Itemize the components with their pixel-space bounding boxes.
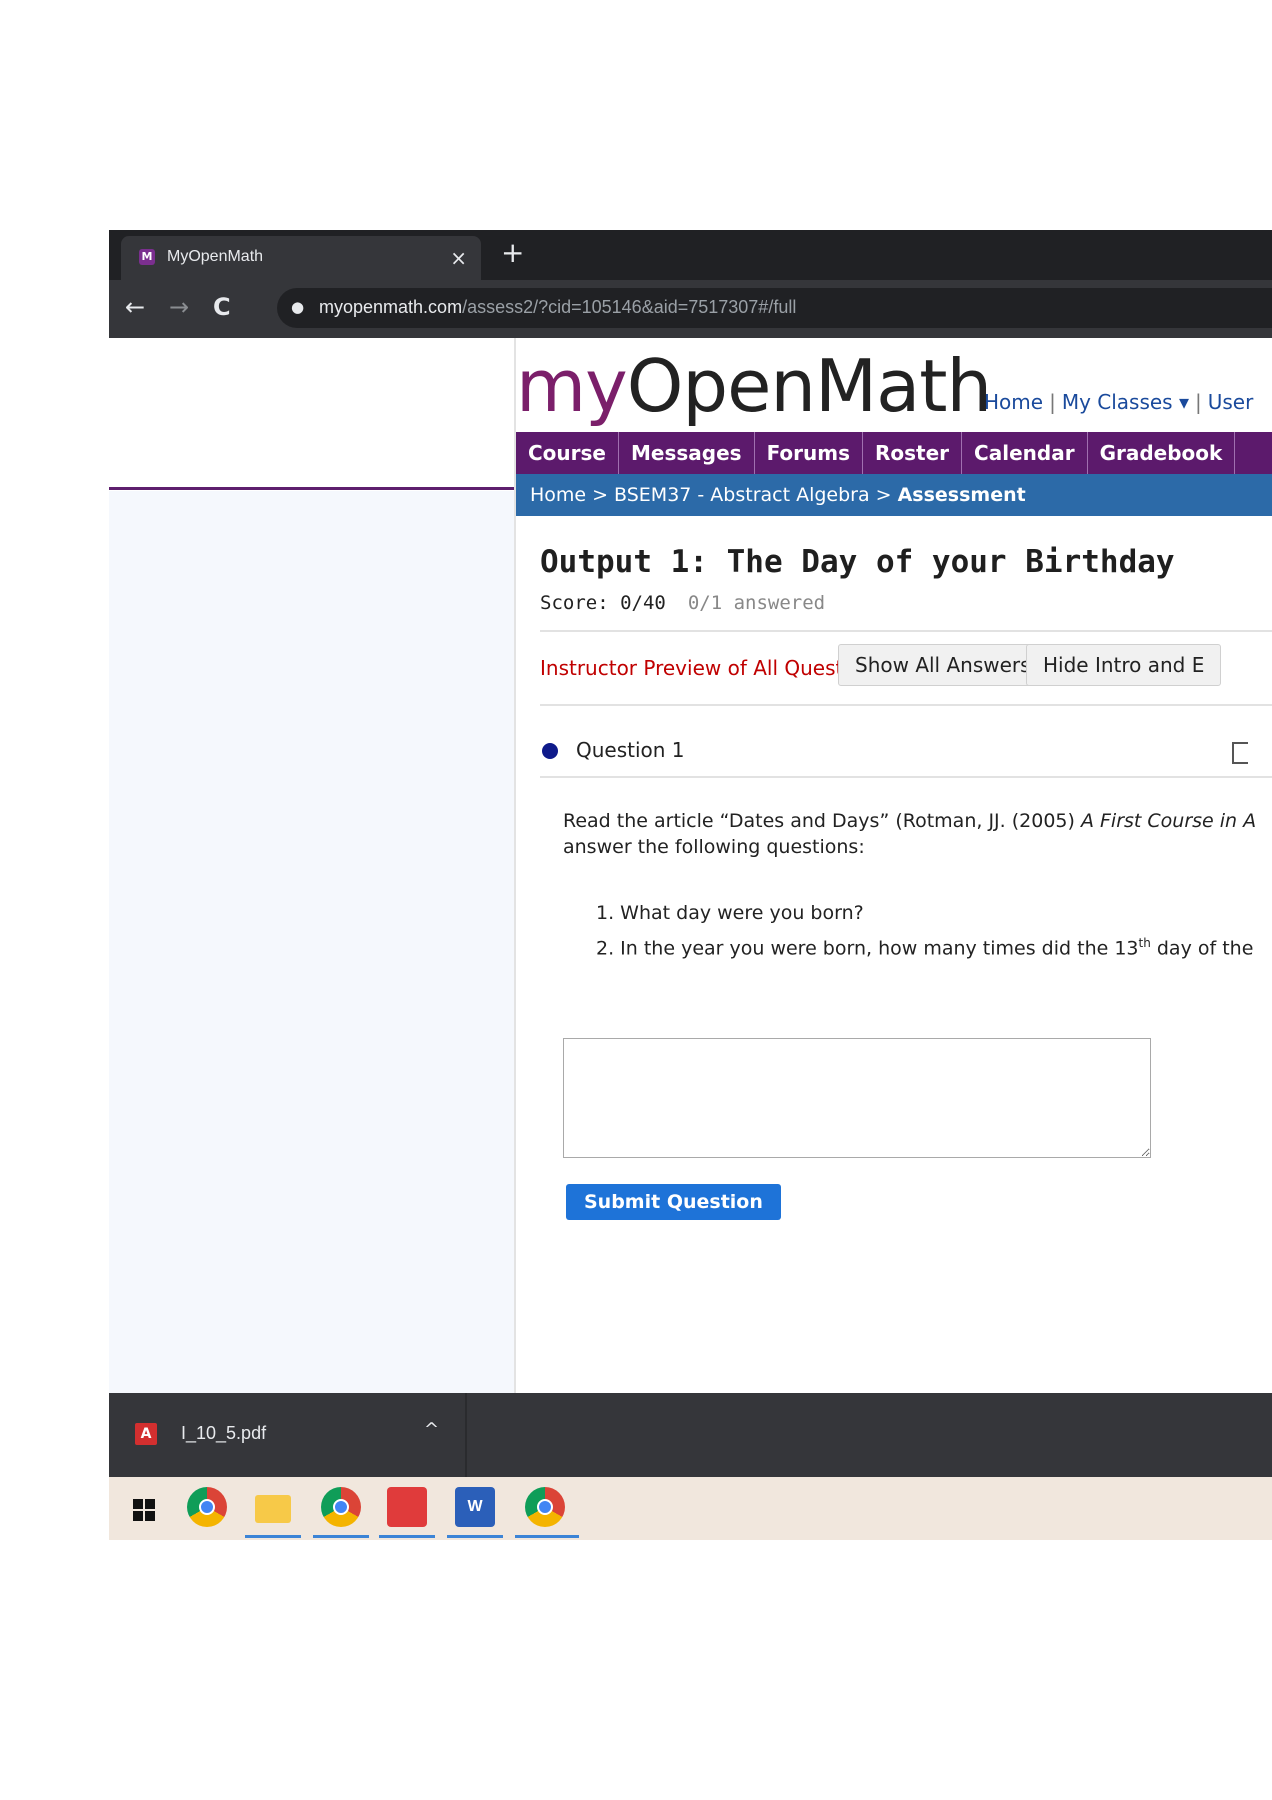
running-indicator [313,1535,369,1538]
nav-gradebook[interactable]: Gradebook [1088,432,1236,474]
download-item[interactable]: A I_10_5.pdf ^ [109,1393,467,1477]
score-line: Score: 0/40 0/1 answered [540,592,825,614]
myopenmath-favicon-icon: M [139,249,155,265]
item2-sup: th [1138,936,1151,950]
question-text-2: answer the following questions: [563,836,865,858]
user-link[interactable]: User [1208,390,1254,414]
divider [540,704,1272,706]
web-page: myOpenMath Home | My Classes ▾ | User Course… [109,338,1272,1393]
reload-icon[interactable]: C [213,293,231,321]
url-text[interactable]: myopenmath.com/assess2/?cid=105146&aid=7… [319,297,796,318]
nav-roster[interactable]: Roster [863,432,963,474]
running-indicator [515,1535,579,1538]
screenshot-frame: M MyOpenMath × + ← → C ● myopenmath.com/… [109,230,1272,1540]
submit-question-button[interactable]: Submit Question [566,1184,781,1220]
browser-tab[interactable]: M MyOpenMath × [121,236,481,280]
question-list: 1. What day were you born? 2. In the yea… [596,898,1253,963]
chrome-profile-2-icon[interactable] [525,1487,565,1527]
nav-messages[interactable]: Messages [619,432,755,474]
logo-openmath: OpenMath [626,344,992,428]
browser-tab-bar: M MyOpenMath × + [109,230,1272,280]
url-path: /assess2/?cid=105146&aid=7517307#/full [462,297,797,317]
running-indicator [447,1535,503,1538]
breadcrumb-separator: > [592,484,609,506]
breadcrumb: Home > BSEM37 - Abstract Algebra > Assessmen… [516,474,1272,516]
back-arrow-icon[interactable]: ← [125,293,145,321]
left-divider-line [109,487,514,490]
word-icon[interactable]: W [455,1487,495,1527]
close-tab-icon[interactable]: × [450,246,467,270]
tab-title: MyOpenMath [167,248,264,265]
breadcrumb-course[interactable]: BSEM37 - Abstract Algebra [614,484,870,506]
running-indicator [245,1535,301,1538]
question-menu-icon[interactable] [1232,742,1248,764]
nav-forums[interactable]: Forums [755,432,863,474]
new-tab-button[interactable]: + [501,236,524,269]
acrobat-icon[interactable] [387,1487,427,1527]
question-item-2: 2. In the year you were born, how many t… [596,928,1253,963]
address-bar[interactable]: ● myopenmath.com/assess2/?cid=105146&aid… [277,288,1272,328]
forward-arrow-icon[interactable]: → [169,293,189,321]
question-status-dot [542,743,558,759]
question-book-title: A First Course in A [1080,810,1257,832]
score-value: Score: 0/40 [540,592,666,614]
chrome-profile-icon[interactable] [321,1487,361,1527]
item2-text: 2. In the year you were born, how many t… [596,937,1139,960]
question-label: Question 1 [576,738,685,762]
answered-count: 0/1 answered [687,592,826,614]
answer-textarea[interactable] [563,1038,1151,1158]
url-host: myopenmath.com [319,297,463,317]
separator: | [1195,390,1202,414]
my-classes-link[interactable]: My Classes ▾ [1062,390,1189,414]
show-all-answers-button[interactable]: Show All Answers [838,644,1048,686]
question-text-1: Read the article “Dates and Days” (Rotma… [563,810,1081,832]
start-icon[interactable] [133,1499,155,1521]
assessment-title: Output 1: The Day of your Birthday [540,544,1175,580]
item2-tail: day of the [1150,937,1254,960]
top-links: Home | My Classes ▾ | User [984,390,1253,414]
myopenmath-logo[interactable]: myOpenMath [516,344,992,428]
instructor-preview-label: Instructor Preview of All Questions [540,656,885,680]
downloads-shelf: A I_10_5.pdf ^ [109,1393,1272,1477]
divider [540,776,1272,778]
home-link[interactable]: Home [984,390,1043,414]
divider [540,630,1272,632]
download-filename: I_10_5.pdf [181,1423,267,1443]
course-nav-bar: Course Messages Forums Roster Calendar G… [516,432,1272,474]
hide-intro-button[interactable]: Hide Intro and E [1026,644,1222,686]
main-content: myOpenMath Home | My Classes ▾ | User Course… [514,338,1272,1393]
lock-icon: ● [291,298,305,316]
windows-taskbar: W [109,1477,1272,1540]
nav-calendar[interactable]: Calendar [962,432,1088,474]
separator: | [1049,390,1056,414]
browser-toolbar: ← → C ● myopenmath.com/assess2/?cid=1051… [109,280,1272,338]
left-side-panel [109,491,514,1393]
chevron-up-icon[interactable]: ^ [424,1419,439,1440]
pdf-file-icon: A [135,1423,157,1445]
question-item-1: 1. What day were you born? [596,902,864,924]
breadcrumb-home[interactable]: Home [530,484,586,506]
logo-my: my [516,344,628,428]
file-explorer-icon[interactable] [255,1495,291,1523]
chrome-icon[interactable] [187,1487,227,1527]
running-indicator [379,1535,435,1538]
question-text: Read the article “Dates and Days” (Rotma… [563,808,1256,860]
breadcrumb-current: Assessment [897,484,1026,506]
nav-course[interactable]: Course [516,432,619,474]
breadcrumb-separator: > [875,484,892,506]
